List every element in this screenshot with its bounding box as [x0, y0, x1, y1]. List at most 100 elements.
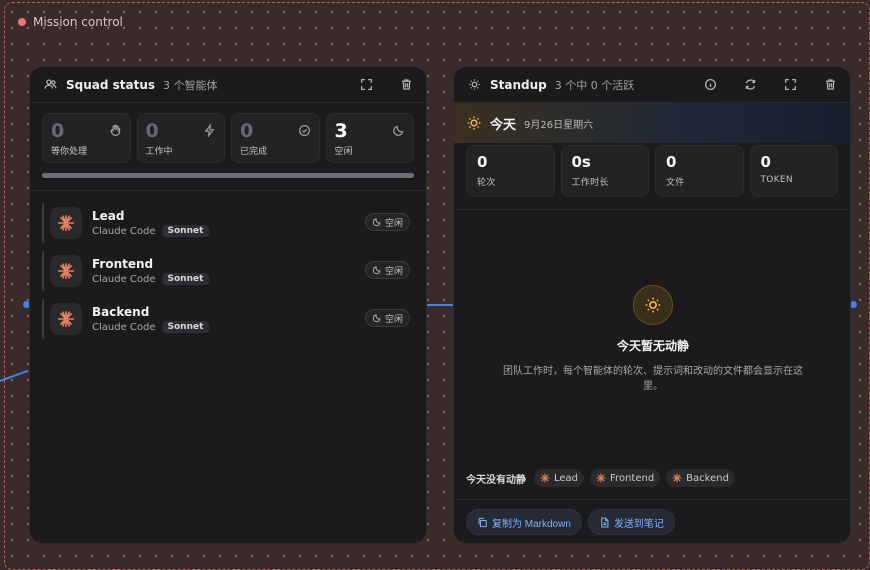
- metric-label: 工作时长: [571, 178, 609, 188]
- stat-card-idle[interactable]: 3 空闲: [325, 113, 414, 163]
- agent-row-frontend[interactable]: Frontend Claude Code Sonnet 空闲: [42, 251, 414, 291]
- claude-burst-icon: [50, 255, 82, 287]
- users-icon: [42, 77, 58, 93]
- metric-value: 0: [666, 153, 677, 171]
- info-icon[interactable]: [702, 77, 718, 93]
- bolt-icon: [203, 122, 216, 138]
- claude-burst-icon: [540, 473, 550, 483]
- sun-icon: [633, 285, 673, 325]
- empty-title: 今天暂无动静: [616, 339, 689, 353]
- connection-wire-middle: [427, 304, 454, 306]
- metric-value: 0: [760, 153, 771, 171]
- mission-control-label: Mission control: [33, 15, 123, 29]
- chip-label: Frontend: [610, 472, 655, 484]
- agent-name: Lead: [92, 209, 125, 223]
- status-label: 空闲: [384, 314, 403, 325]
- agent-chip-frontend[interactable]: Frontend: [590, 469, 661, 487]
- expand-icon[interactable]: [782, 77, 798, 93]
- standup-panel-title: Standup: [490, 77, 547, 92]
- chip-label: Backend: [686, 472, 729, 484]
- standup-divider: [454, 209, 850, 210]
- connection-handle-right[interactable]: [850, 301, 857, 308]
- send-to-notes-label: 发送到笔记: [613, 518, 664, 530]
- empty-description: 团队工作时，每个智能体的轮次、提示词和改动的文件都会显示在这里。: [503, 366, 803, 392]
- moon-icon: [372, 218, 381, 227]
- status-label: 空闲: [384, 266, 403, 277]
- status-dot: [18, 18, 26, 26]
- standup-actions: 复制为 Markdown 发送到笔记: [466, 509, 675, 535]
- claude-burst-icon: [50, 207, 82, 239]
- stat-label: 工作中: [145, 147, 173, 157]
- sun-icon: [466, 77, 482, 93]
- claude-burst-icon: [596, 473, 606, 483]
- model-badge: Sonnet: [161, 273, 210, 285]
- stat-card-done[interactable]: 0 已完成: [231, 113, 320, 163]
- metric-label: TOKEN: [760, 175, 793, 185]
- standup-active-count: 3 个中 0 个活跃: [554, 78, 635, 92]
- standup-panel-header[interactable]: Standup 3 个中 0 个活跃: [454, 67, 850, 103]
- status-label: 空闲: [384, 218, 403, 229]
- metric-label: 文件: [666, 178, 685, 188]
- hand-icon: [109, 122, 122, 136]
- agent-row-lead[interactable]: Lead Claude Code Sonnet 空闲: [42, 203, 414, 243]
- note-icon: [601, 517, 609, 527]
- copy-markdown-label: 复制为 Markdown: [492, 518, 571, 530]
- agent-runtime: Claude Code: [92, 273, 156, 285]
- send-to-notes-button[interactable]: 发送到笔记: [587, 509, 675, 535]
- metric-card-rounds: 0 轮次: [466, 145, 555, 197]
- mission-control-title: Mission control: [18, 15, 123, 29]
- standup-metric-row: 0 轮次 0s 工作时长 0 文件 0 TOKEN: [454, 145, 850, 197]
- stat-label: 已完成: [240, 147, 268, 157]
- check-circle-icon: [298, 122, 311, 136]
- standup-panel: Standup 3 个中 0 个活跃 今天 9月26日星期六 0 轮次 0s 工…: [453, 66, 851, 544]
- agent-list: Lead Claude Code Sonnet 空闲 Frontend Clau…: [30, 191, 426, 339]
- copy-icon: [478, 517, 487, 527]
- squad-progress-fill: [42, 173, 414, 178]
- agent-row-backend[interactable]: Backend Claude Code Sonnet 空闲: [42, 299, 414, 339]
- today-band: 今天 9月26日星期六: [454, 103, 850, 143]
- quiet-agents-row: 今天没有动静 Lead Frontend Backend: [466, 469, 735, 487]
- agent-runtime: Claude Code: [92, 225, 156, 237]
- agent-chip-lead[interactable]: Lead: [534, 469, 585, 487]
- empty-state: 今天暂无动静 团队工作时，每个智能体的轮次、提示词和改动的文件都会显示在这里。: [454, 285, 850, 394]
- copy-markdown-button[interactable]: 复制为 Markdown: [466, 509, 582, 535]
- sun-icon: [467, 116, 481, 130]
- agent-chip-backend[interactable]: Backend: [666, 469, 735, 487]
- metric-value: 0: [477, 153, 488, 171]
- stat-card-pending[interactable]: 0 等你处理: [42, 113, 131, 163]
- metric-card-duration: 0s 工作时长: [560, 145, 649, 197]
- expand-icon[interactable]: [358, 77, 374, 93]
- status-badge: 空闲: [364, 213, 410, 231]
- squad-panel-title: Squad status: [66, 77, 156, 92]
- stat-label: 等你处理: [51, 147, 88, 157]
- status-badge: 空闲: [364, 309, 410, 327]
- trash-icon[interactable]: [822, 77, 838, 93]
- metric-card-files: 0 文件: [655, 145, 744, 197]
- metric-label: 轮次: [477, 178, 496, 188]
- claude-burst-icon: [672, 473, 682, 483]
- trash-icon[interactable]: [398, 77, 414, 93]
- chip-label: Lead: [554, 472, 579, 484]
- quiet-label: 今天没有动静: [466, 474, 526, 486]
- today-date: 9月26日星期六: [524, 119, 594, 131]
- moon-icon: [392, 122, 405, 136]
- squad-status-panel: Squad status 3 个智能体 0 等你处理 0 工作中 0 已完成 3…: [29, 66, 427, 544]
- standup-footer-divider: [454, 499, 850, 500]
- agent-name: Backend: [92, 305, 150, 319]
- stat-label: 空闲: [334, 147, 353, 157]
- squad-agent-count: 3 个智能体: [163, 78, 218, 92]
- stat-card-working[interactable]: 0 工作中: [136, 113, 225, 163]
- refresh-icon[interactable]: [742, 77, 758, 93]
- agent-runtime: Claude Code: [92, 321, 156, 333]
- metric-value: 0s: [571, 153, 591, 171]
- squad-progress-bar: [42, 173, 414, 178]
- status-badge: 空闲: [364, 261, 410, 279]
- claude-burst-icon: [50, 303, 82, 335]
- metric-card-tokens: 0 TOKEN: [749, 145, 838, 197]
- model-badge: Sonnet: [161, 321, 210, 333]
- model-badge: Sonnet: [161, 225, 210, 237]
- moon-icon: [372, 314, 381, 323]
- agent-name: Frontend: [92, 257, 154, 271]
- squad-stat-row: 0 等你处理 0 工作中 0 已完成 3 空闲: [30, 103, 426, 163]
- squad-panel-header[interactable]: Squad status 3 个智能体: [30, 67, 426, 103]
